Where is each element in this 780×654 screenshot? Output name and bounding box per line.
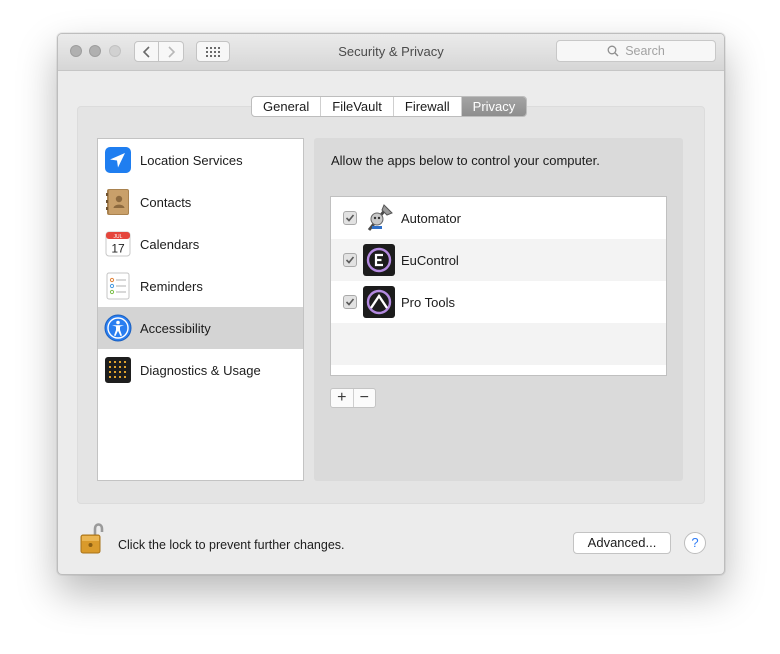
app-row-eucontrol[interactable]: EuControl: [331, 239, 666, 281]
sidebar-item-label: Reminders: [140, 278, 203, 294]
contacts-book-icon: [104, 188, 132, 216]
help-button[interactable]: ?: [684, 532, 706, 554]
lock-icon[interactable]: [80, 521, 104, 555]
app-checkbox[interactable]: [343, 253, 357, 267]
checkmark-icon: [345, 214, 355, 222]
sidebar-item-label: Location Services: [140, 152, 243, 168]
accessibility-person-icon: [104, 314, 132, 342]
app-name: EuControl: [401, 252, 459, 268]
app-name: Automator: [401, 210, 461, 226]
location-arrow-icon: [104, 146, 132, 174]
app-checkbox[interactable]: [343, 295, 357, 309]
search-placeholder: Search: [625, 44, 665, 58]
sidebar-item-label: Calendars: [140, 236, 200, 252]
sidebar-item-accessibility[interactable]: Accessibility: [98, 307, 303, 349]
sidebar-item-location-services[interactable]: Location Services: [98, 139, 303, 181]
checkmark-icon: [345, 256, 355, 264]
pro-tools-icon: [363, 286, 395, 318]
tab-firewall[interactable]: Firewall: [394, 97, 462, 116]
calendar-icon: JUL 17: [104, 230, 132, 258]
sidebar-item-reminders[interactable]: Reminders: [98, 265, 303, 307]
instruction-text: Allow the apps below to control your com…: [331, 153, 600, 168]
sidebar-item-diagnostics-usage[interactable]: Diagnostics & Usage: [98, 349, 303, 391]
app-checkbox[interactable]: [343, 211, 357, 225]
app-name: Pro Tools: [401, 294, 455, 310]
eucontrol-e-icon: [363, 244, 395, 276]
diagnostics-grid-icon: [104, 356, 132, 384]
search-icon: [607, 45, 619, 57]
sidebar-item-label: Contacts: [140, 194, 192, 210]
checkmark-icon: [345, 298, 355, 306]
search-field[interactable]: Search: [556, 40, 716, 62]
tab-general[interactable]: General: [252, 97, 322, 116]
security-privacy-window: Security & Privacy Search General FileVa…: [57, 33, 725, 575]
app-row-empty: [331, 323, 666, 365]
sidebar-item-contacts[interactable]: Contacts: [98, 181, 303, 223]
tab-bar: General FileVault Firewall Privacy: [251, 96, 528, 117]
advanced-button[interactable]: Advanced...: [573, 532, 671, 554]
calendar-icon-day: 17: [111, 242, 125, 256]
privacy-category-list: Location Services Contacts JUL 17 Calenda…: [97, 138, 304, 481]
app-row-pro-tools[interactable]: Pro Tools: [331, 281, 666, 323]
sidebar-item-label: Accessibility: [140, 320, 211, 336]
tab-privacy[interactable]: Privacy: [461, 97, 527, 116]
sidebar-item-calendars[interactable]: JUL 17 Calendars: [98, 223, 303, 265]
privacy-detail-panel: Allow the apps below to control your com…: [314, 138, 683, 481]
remove-app-button[interactable]: −: [352, 389, 376, 407]
titlebar: Security & Privacy Search: [58, 34, 724, 71]
allowed-apps-list: Automator EuControl Pro Tools: [330, 196, 667, 376]
calendar-icon-month: JUL: [114, 234, 123, 240]
add-app-button[interactable]: +: [331, 389, 353, 407]
app-row-automator[interactable]: Automator: [331, 197, 666, 239]
automator-robot-icon: [363, 202, 395, 234]
tab-filevault[interactable]: FileVault: [321, 97, 394, 116]
lock-status-text: Click the lock to prevent further change…: [118, 538, 345, 552]
add-remove-control: + −: [330, 388, 376, 408]
sidebar-item-label: Diagnostics & Usage: [140, 362, 261, 378]
reminders-list-icon: [104, 272, 132, 300]
